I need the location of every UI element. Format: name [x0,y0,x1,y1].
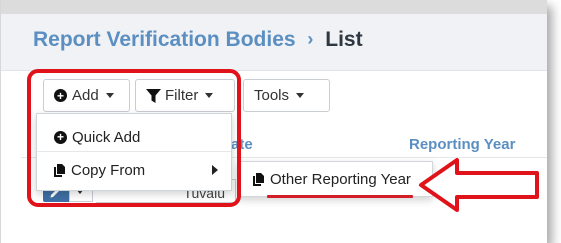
copy-from-submenu: Other Reporting Year [237,161,433,197]
column-header-reporting-year[interactable]: Reporting Year [409,136,515,153]
breadcrumb-separator: › [307,29,314,49]
app-window: Report Verification Bodies › List + Add … [0,0,547,243]
tools-button-label: Tools [254,87,290,104]
annotation-arrow-icon [419,158,539,212]
annotation-underline [267,195,413,198]
submenu-item-other-reporting-year[interactable]: Other Reporting Year [253,171,411,188]
page-title: List [325,28,363,51]
annotation-highlight-box [27,69,241,207]
chevron-down-icon [296,93,305,98]
breadcrumb-parent-link[interactable]: Report Verification Bodies [33,28,296,51]
submenu-item-label: Other Reporting Year [270,170,411,188]
tools-button[interactable]: Tools [243,79,330,112]
copy-file-icon [253,172,264,186]
top-bar [1,0,547,14]
breadcrumb: Report Verification Bodies › List [33,28,363,52]
